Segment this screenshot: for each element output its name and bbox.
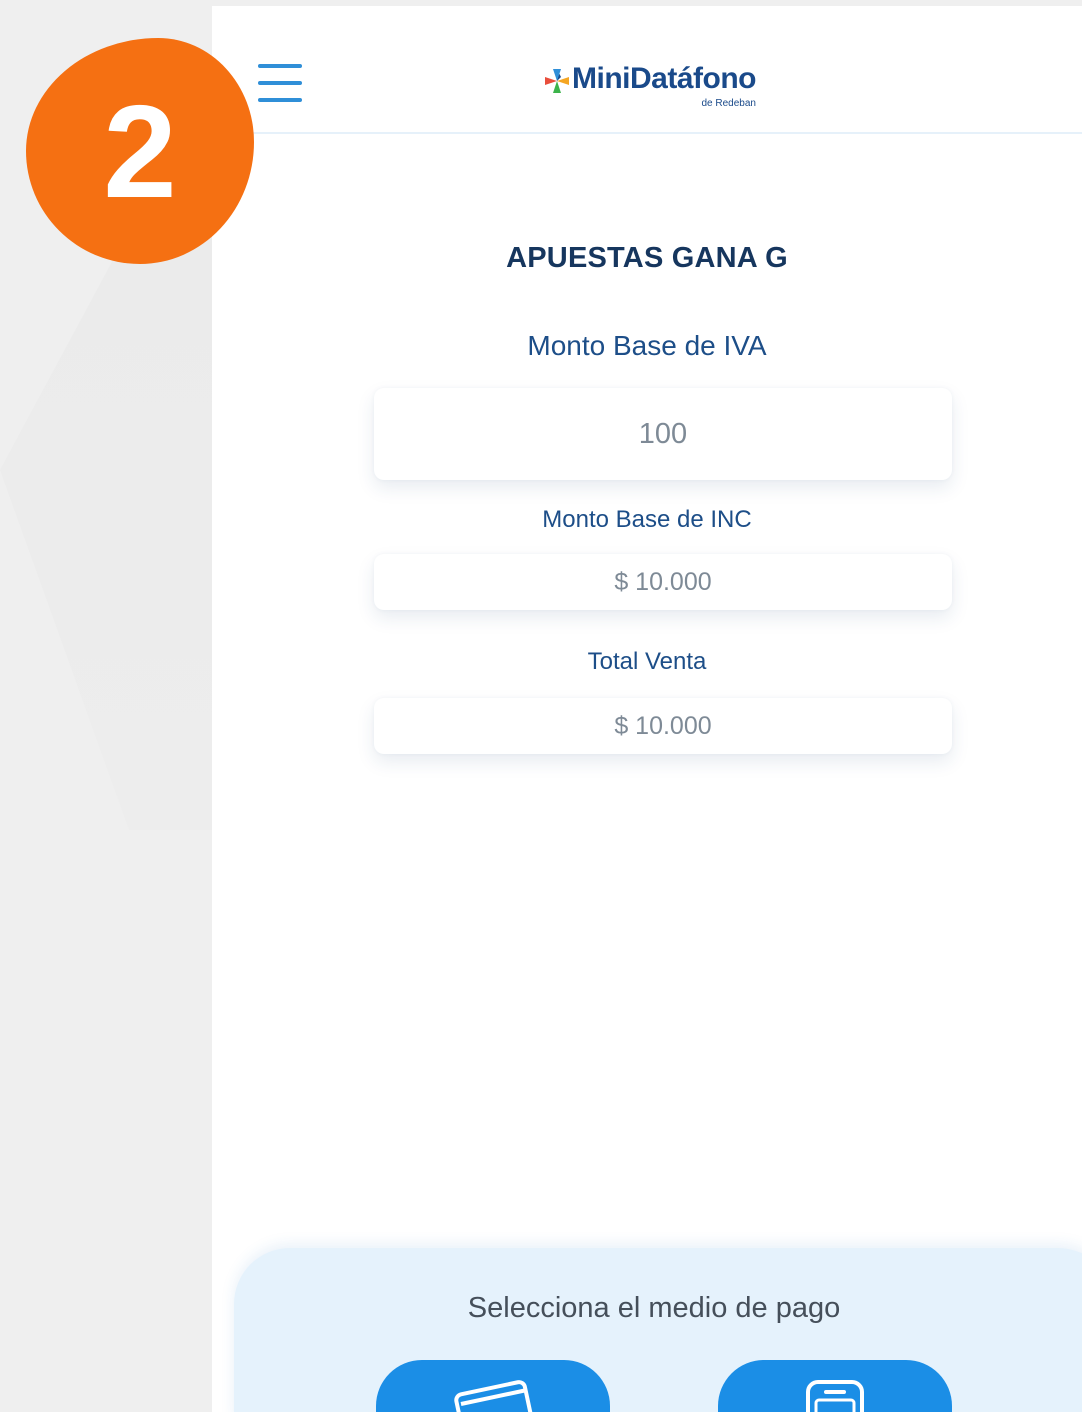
hamburger-menu-icon[interactable] (258, 64, 302, 104)
total-sale-field: $ 10.000 (374, 698, 952, 754)
minidatafono-logo: MiniDatáfono de Redeban (544, 60, 756, 120)
terminal-payment-button[interactable] (718, 1360, 952, 1412)
app-screen: MiniDatáfono de Redeban APUESTAS GANA G … (212, 6, 1082, 1412)
logo-subtext: de Redeban (701, 98, 756, 109)
card-icon (454, 1380, 534, 1412)
pos-terminal-icon (806, 1380, 864, 1412)
inc-base-label: Monto Base de INC (542, 506, 752, 533)
inc-base-field[interactable]: $ 10.000 (374, 554, 952, 610)
card-payment-button[interactable] (376, 1360, 610, 1412)
logo-text: MiniDatáfono (572, 62, 756, 95)
top-bar: MiniDatáfono de Redeban (212, 6, 1082, 134)
inc-base-value: $ 10.000 (614, 567, 712, 596)
merchant-name: APUESTAS GANA G (506, 242, 788, 274)
background-shape (0, 230, 215, 830)
step-number: 2 (103, 77, 177, 225)
iva-base-field[interactable]: 100 (374, 388, 952, 480)
payment-method-title: Selecciona el medio de pago (467, 1292, 841, 1324)
logo-mark-icon (545, 69, 569, 93)
iva-base-label: Monto Base de IVA (527, 330, 767, 361)
payment-method-panel: Selecciona el medio de pago (234, 1248, 1082, 1412)
total-sale-label: Total Venta (587, 648, 707, 675)
total-sale-value: $ 10.000 (614, 711, 712, 740)
iva-base-value: 100 (638, 417, 688, 450)
